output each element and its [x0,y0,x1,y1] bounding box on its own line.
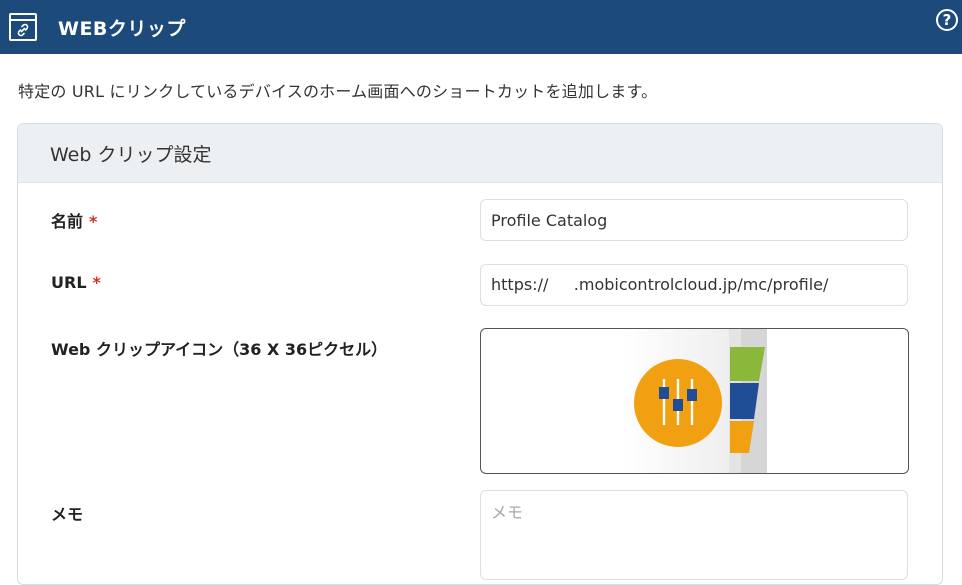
help-icon[interactable]: ? [936,9,958,31]
page-title: WEBクリップ [58,17,186,40]
profile-catalog-app-icon [621,329,767,473]
name-input[interactable] [480,199,908,241]
page-description: 特定の URL にリンクしているデバイスのホーム画面へのショートカットを追加しま… [18,82,658,101]
name-label: 名前 * [51,208,97,232]
url-value: https:// .mobicontrolcloud.jp/mc/profile… [491,275,829,294]
memo-field[interactable] [480,490,908,580]
memo-label: メモ [51,505,84,524]
web-clip-icon-label: Web クリップアイコン（36 X 36ピクセル） [51,340,388,359]
required-mark: * [89,212,98,231]
url-input[interactable]: https:// .mobicontrolcloud.jp/mc/profile… [480,264,908,306]
url-label-text: URL [51,273,87,292]
name-label-text: 名前 [51,212,84,231]
url-label: URL * [51,273,101,292]
required-mark: * [92,273,101,292]
panel-title: Web クリップ設定 [18,124,942,183]
web-clip-icon-upload[interactable] [480,328,909,474]
title-bar: WEBクリップ ? [0,0,962,54]
web-clip-settings-panel: Web クリップ設定 名前 * URL * https:// .mobicontro… [17,123,943,585]
web-clip-link-icon [9,13,37,41]
